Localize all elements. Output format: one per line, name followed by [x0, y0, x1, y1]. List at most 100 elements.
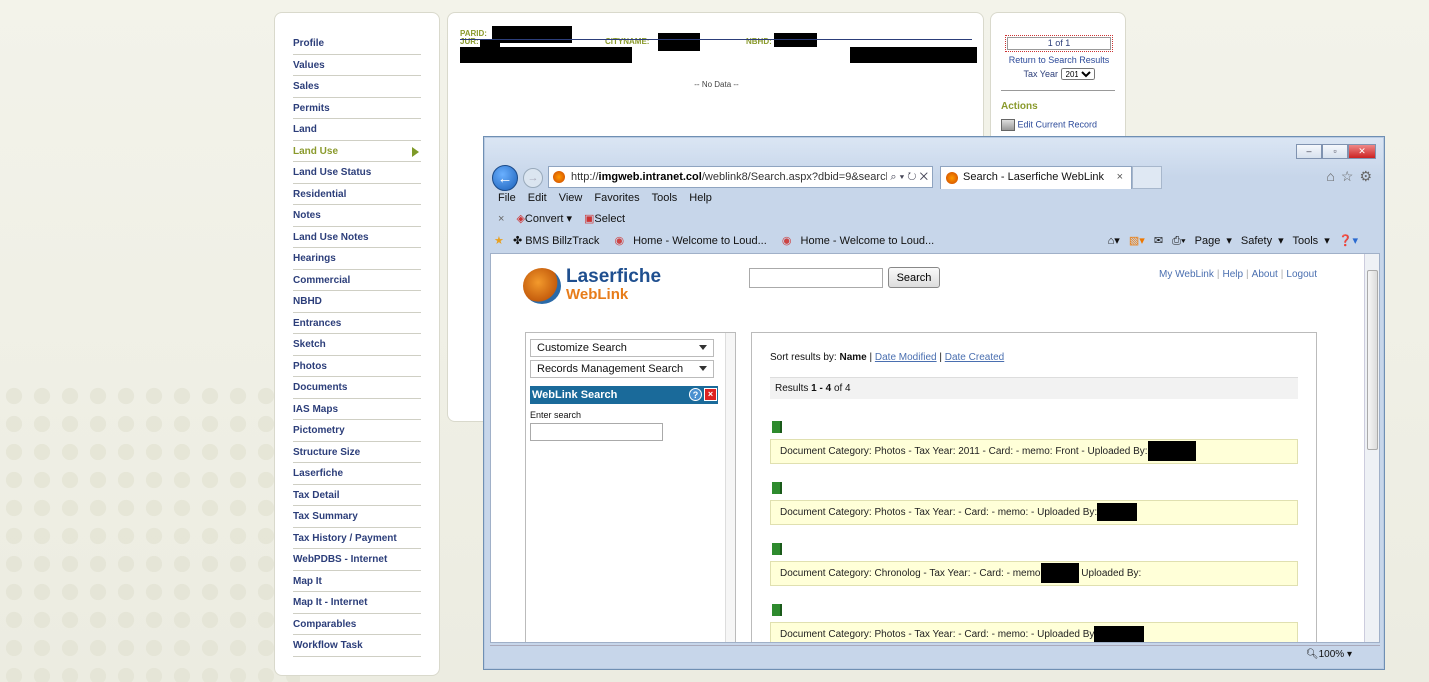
tab-title: Search - Laserfiche WebLink [963, 171, 1105, 183]
link-my-weblink[interactable]: My WebLink [1159, 269, 1214, 280]
sort-date-created-link[interactable]: Date Created [945, 352, 1004, 363]
back-arrow-icon[interactable]: ← [492, 165, 518, 191]
favorites-star-add-icon[interactable]: ★ [494, 235, 504, 247]
result-row[interactable]: Document Category: Photos - Tax Year: 20… [770, 439, 1298, 464]
page-scrollbar[interactable] [1364, 254, 1379, 642]
search-button[interactable]: Search [888, 267, 940, 288]
nav-item-map-it[interactable]: Map It [293, 571, 421, 592]
scrollbar-thumb[interactable] [1367, 270, 1378, 450]
document-icon[interactable] [772, 604, 782, 616]
select-button[interactable]: ▣Select [584, 212, 625, 225]
address-bar[interactable]: http://imgweb.intranet.col/weblink8/Sear… [548, 166, 933, 188]
page-menu[interactable]: Page ▾ [1195, 235, 1232, 247]
return-to-search-link[interactable]: Return to Search Results [991, 55, 1127, 65]
pane-scrollbar[interactable] [725, 333, 735, 642]
link-about[interactable]: About [1252, 269, 1278, 280]
menu-view[interactable]: View [559, 192, 583, 204]
mail-icon[interactable]: ✉ [1154, 235, 1163, 247]
record-pager[interactable]: 1 of 1 [1005, 35, 1113, 52]
settings-gear-icon[interactable]: ⚙ [1359, 168, 1378, 184]
document-icon[interactable] [772, 421, 782, 433]
nav-item-pictometry[interactable]: Pictometry [293, 420, 421, 442]
weblink-search-header: WebLink Search ? × [530, 386, 718, 404]
tab-close-icon[interactable]: × [1117, 167, 1123, 188]
help-icon[interactable]: ? [689, 388, 702, 401]
nav-item-profile[interactable]: Profile [293, 33, 421, 55]
edit-current-record-link[interactable]: Edit Current Record [1001, 119, 1097, 131]
nav-item-structure-size[interactable]: Structure Size [293, 442, 421, 463]
zoom-control[interactable]: 🔍︎100% ▾ [1306, 649, 1352, 660]
nav-item-tax-history-payment[interactable]: Tax History / Payment [293, 528, 421, 549]
favorite-home-1[interactable]: ◉ Home - Welcome to Loud... [614, 235, 772, 247]
nav-item-land-use-notes[interactable]: Land Use Notes [293, 227, 421, 248]
tools-menu[interactable]: Tools ▾ [1293, 235, 1330, 247]
nav-item-land[interactable]: Land [293, 119, 421, 141]
nav-item-label: Values [293, 59, 325, 71]
favorite-bms[interactable]: ✤ BMS BillzTrack [513, 235, 605, 247]
link-logout[interactable]: Logout [1286, 269, 1317, 280]
nav-item-map-it-internet[interactable]: Map It - Internet [293, 592, 421, 614]
minimize-icon[interactable]: – [1296, 144, 1322, 159]
nav-item-sales[interactable]: Sales [293, 76, 421, 98]
maximize-icon[interactable]: ▫ [1322, 144, 1348, 159]
close-icon[interactable]: ✕ [1348, 144, 1376, 159]
nav-item-residential[interactable]: Residential [293, 184, 421, 205]
laserfiche-logo[interactable]: Laserfiche WebLink [523, 266, 683, 310]
browser-tab[interactable]: Search - Laserfiche WebLink × [940, 166, 1132, 189]
nav-item-comparables[interactable]: Comparables [293, 614, 421, 635]
tax-year-select[interactable]: 2014 [1060, 68, 1095, 80]
document-icon[interactable] [772, 482, 782, 494]
nav-item-land-use[interactable]: Land Use [293, 141, 421, 162]
result-row[interactable]: Document Category: Photos - Tax Year: - … [770, 622, 1298, 642]
menu-edit[interactable]: Edit [528, 192, 547, 204]
result-row[interactable]: Document Category: Photos - Tax Year: - … [770, 500, 1298, 525]
navigation-row: ← → http://imgweb.intranet.col/weblink8/… [492, 165, 1378, 191]
sort-name[interactable]: Name [839, 352, 866, 363]
nav-item-tax-summary[interactable]: Tax Summary [293, 506, 421, 528]
nav-item-permits[interactable]: Permits [293, 98, 421, 119]
menu-file[interactable]: File [498, 192, 516, 204]
nav-item-land-use-status[interactable]: Land Use Status [293, 162, 421, 184]
nav-item-photos[interactable]: Photos [293, 356, 421, 377]
sort-date-modified-link[interactable]: Date Modified [875, 352, 937, 363]
link-help[interactable]: Help [1222, 269, 1243, 280]
nav-item-ias-maps[interactable]: IAS Maps [293, 399, 421, 420]
nav-item-commercial[interactable]: Commercial [293, 270, 421, 291]
favorites-star-icon[interactable]: ☆ [1341, 168, 1360, 184]
home-icon[interactable]: ⌂▾ [1108, 235, 1120, 247]
document-icon[interactable] [772, 543, 782, 555]
nav-item-webpdbs-internet[interactable]: WebPDBS - Internet [293, 549, 421, 571]
nav-item-hearings[interactable]: Hearings [293, 248, 421, 270]
nav-item-values[interactable]: Values [293, 55, 421, 76]
favorite-home-2[interactable]: ◉ Home - Welcome to Loud... [782, 235, 940, 247]
nav-item-nbhd[interactable]: NBHD [293, 291, 421, 313]
new-tab-button[interactable] [1132, 166, 1162, 189]
forward-arrow-icon[interactable]: → [523, 168, 543, 188]
redacted-block [1097, 503, 1138, 522]
nav-item-sketch[interactable]: Sketch [293, 334, 421, 356]
nav-item-documents[interactable]: Documents [293, 377, 421, 399]
safety-menu[interactable]: Safety ▾ [1241, 235, 1284, 247]
result-row[interactable]: Document Category: Chronolog - Tax Year:… [770, 561, 1298, 586]
rss-icon[interactable]: ▧▾ [1129, 235, 1145, 247]
quick-search-input[interactable] [749, 268, 883, 288]
menu-tools[interactable]: Tools [652, 192, 678, 204]
help-icon[interactable]: ❓▾ [1339, 235, 1358, 247]
close-bar-icon[interactable]: × [498, 213, 504, 225]
convert-button[interactable]: ◈Convert ▾ [516, 212, 572, 225]
nav-item-laserfiche[interactable]: Laserfiche [293, 463, 421, 485]
close-icon[interactable]: × [704, 388, 717, 401]
enter-search-input[interactable] [530, 423, 663, 441]
nav-item-tax-detail[interactable]: Tax Detail [293, 485, 421, 506]
menu-help[interactable]: Help [689, 192, 712, 204]
nav-item-entrances[interactable]: Entrances [293, 313, 421, 334]
records-management-dropdown[interactable]: Records Management Search [530, 360, 714, 378]
nav-item-notes[interactable]: Notes [293, 205, 421, 227]
print-icon[interactable]: ⎙▾ [1172, 235, 1185, 247]
home-icon[interactable]: ⌂ [1326, 168, 1340, 184]
customize-search-dropdown[interactable]: Customize Search [530, 339, 714, 357]
favorites-bar: ★ ✤ BMS BillzTrack ◉ Home - Welcome to L… [494, 234, 1380, 247]
menu-favorites[interactable]: Favorites [594, 192, 639, 204]
result-text: Document Category: Photos - Tax Year: - … [780, 629, 1095, 640]
nav-item-workflow-task[interactable]: Workflow Task [293, 635, 421, 657]
